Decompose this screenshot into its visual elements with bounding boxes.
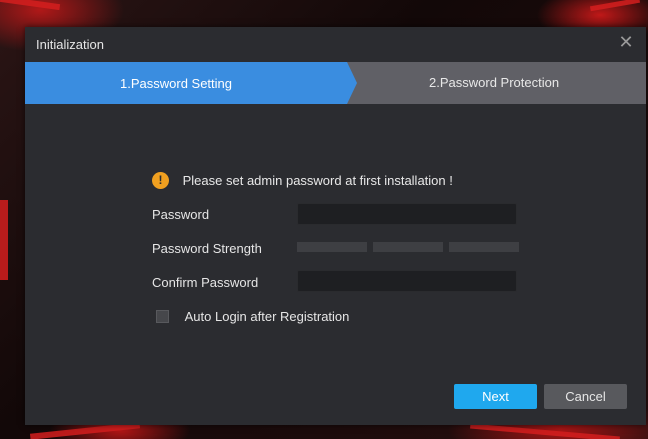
confirm-password-input[interactable] bbox=[297, 270, 517, 292]
warning-icon: ! bbox=[152, 172, 169, 190]
background-shard bbox=[589, 0, 641, 12]
dialog-titlebar: Initialization ✕ bbox=[25, 27, 646, 62]
close-icon[interactable]: ✕ bbox=[616, 32, 636, 52]
auto-login-label: Auto Login after Registration bbox=[184, 309, 350, 325]
dialog-title: Initialization bbox=[36, 37, 104, 52]
step-2-label: 2.Password Protection bbox=[429, 75, 560, 90]
password-strength-label: Password Strength bbox=[152, 241, 262, 256]
wizard-steps: 1.Password Setting 2.Password Protection bbox=[25, 62, 646, 104]
password-strength-meter bbox=[297, 242, 519, 252]
notice-text: Please set admin password at first insta… bbox=[182, 173, 453, 189]
cancel-button[interactable]: Cancel bbox=[544, 384, 627, 409]
next-button[interactable]: Next bbox=[454, 384, 537, 409]
strength-segment-medium bbox=[373, 242, 443, 252]
background-shard bbox=[0, 0, 61, 11]
notice-message: ! Please set admin password at first ins… bbox=[152, 172, 453, 190]
auto-login-checkbox[interactable] bbox=[156, 310, 169, 324]
initialization-dialog: Initialization ✕ 1.Password Setting 2.Pa… bbox=[25, 27, 646, 425]
step-1-label: 1.Password Setting bbox=[120, 76, 233, 91]
confirm-password-label: Confirm Password bbox=[152, 275, 259, 290]
auto-login-row: Auto Login after Registration bbox=[156, 308, 349, 324]
password-input[interactable] bbox=[297, 203, 517, 225]
strength-segment-weak bbox=[297, 242, 367, 252]
background-shard bbox=[0, 200, 8, 280]
background-shard bbox=[470, 423, 620, 439]
strength-segment-strong bbox=[449, 242, 519, 252]
step-arrow bbox=[347, 62, 357, 104]
password-label: Password bbox=[152, 207, 210, 222]
